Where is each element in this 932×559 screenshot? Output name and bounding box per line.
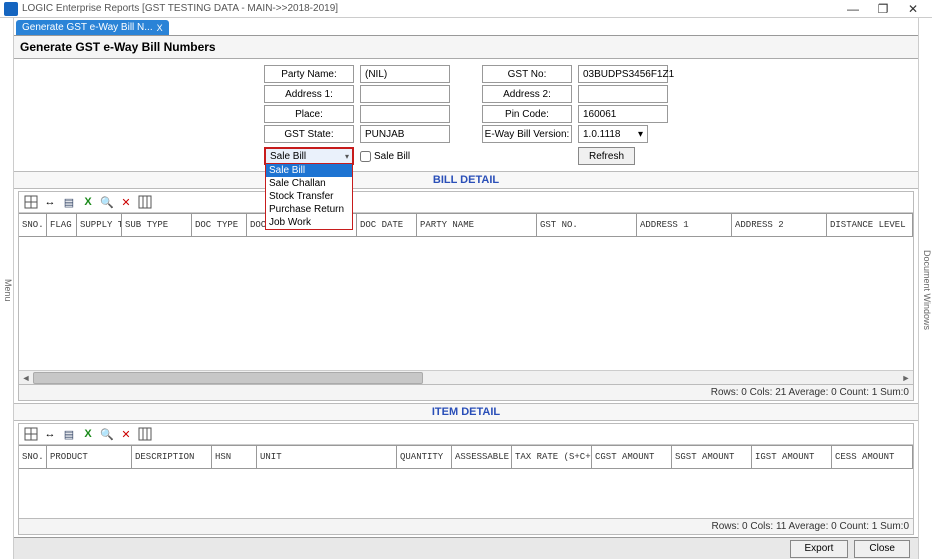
columns-icon[interactable]: [137, 426, 153, 442]
item-detail-header: ITEM DETAIL: [14, 403, 918, 421]
col-flag[interactable]: FLAG: [47, 214, 77, 236]
form-area: Party Name: (NIL) GST No: 03BUDPS3456F1Z…: [14, 59, 918, 171]
party-name-value[interactable]: (NIL): [360, 65, 450, 83]
bill-grid-header: SNO. FLAG SUPPLY TYPE SUB TYPE DOC TYPE …: [19, 213, 913, 237]
col-address2[interactable]: ADDRESS 2: [732, 214, 827, 236]
col-supply-type[interactable]: SUPPLY TYPE: [77, 214, 122, 236]
col-sno[interactable]: SNO.: [19, 214, 47, 236]
col-doc-type[interactable]: DOC TYPE: [192, 214, 247, 236]
expand-icon[interactable]: ↔: [42, 426, 58, 442]
window-close-button[interactable]: ✕: [898, 2, 928, 16]
chevron-down-icon: ▾: [638, 129, 643, 140]
gst-state-label: GST State:: [264, 125, 354, 143]
chevron-down-icon: ▾: [345, 152, 349, 161]
maximize-button[interactable]: ❐: [868, 2, 898, 16]
eway-version-label: E-Way Bill Version:: [482, 125, 572, 143]
place-value[interactable]: [360, 105, 450, 123]
minimize-button[interactable]: —: [838, 2, 868, 16]
col-distance[interactable]: DISTANCE LEVEL (KM): [827, 214, 913, 236]
col-item-sno[interactable]: SNO.: [19, 446, 47, 468]
sale-bill-checkbox[interactable]: [360, 151, 371, 162]
delete-icon[interactable]: ✕: [118, 426, 134, 442]
bill-status-bar: Rows: 0 Cols: 21 Average: 0 Count: 1 Sum…: [19, 384, 913, 400]
gst-state-value[interactable]: PUNJAB: [360, 125, 450, 143]
footer-bar: Export Close: [14, 537, 918, 559]
col-tax-rate[interactable]: TAX RATE (S+C+I+CESS): [512, 446, 592, 468]
col-description[interactable]: DESCRIPTION: [132, 446, 212, 468]
grid-icon[interactable]: [23, 426, 39, 442]
item-toolbar: ↔ ▤ X 🔍 ✕: [19, 424, 913, 445]
address1-value[interactable]: [360, 85, 450, 103]
address2-value[interactable]: [578, 85, 668, 103]
document-tab-close-icon[interactable]: X: [157, 23, 163, 33]
item-grid-header: SNO. PRODUCT DESCRIPTION HSN UNIT QUANTI…: [19, 445, 913, 469]
export-txt-icon[interactable]: ▤: [61, 194, 77, 210]
export-txt-icon[interactable]: ▤: [61, 426, 77, 442]
col-sub-type[interactable]: SUB TYPE: [122, 214, 192, 236]
delete-icon[interactable]: ✕: [118, 194, 134, 210]
col-doc-date[interactable]: DOC DATE: [357, 214, 417, 236]
eway-version-select[interactable]: 1.0.1118 ▾: [578, 125, 648, 143]
scroll-right-icon[interactable]: ►: [899, 373, 913, 383]
col-product[interactable]: PRODUCT: [47, 446, 132, 468]
columns-icon[interactable]: [137, 194, 153, 210]
col-sgst-amount[interactable]: SGST AMOUNT: [672, 446, 752, 468]
doc-type-option-stock-transfer[interactable]: Stock Transfer: [266, 190, 352, 203]
doc-type-dropdown-list: Sale Bill Sale Challan Stock Transfer Pu…: [265, 163, 353, 230]
col-cess-amount[interactable]: CESS AMOUNT: [832, 446, 913, 468]
export-excel-icon[interactable]: X: [80, 194, 96, 210]
address2-label: Address 2:: [482, 85, 572, 103]
pin-code-label: Pin Code:: [482, 105, 572, 123]
doc-type-option-purchase-return[interactable]: Purchase Return: [266, 203, 352, 216]
doc-type-selected: Sale Bill: [270, 151, 306, 162]
doc-type-select[interactable]: Sale Bill ▾ Sale Bill Sale Challan Stock…: [264, 147, 354, 165]
col-igst-amount[interactable]: IGST AMOUNT: [752, 446, 832, 468]
export-button[interactable]: Export: [790, 540, 849, 558]
doc-type-option-sale-challan[interactable]: Sale Challan: [266, 177, 352, 190]
expand-icon[interactable]: ↔: [42, 194, 58, 210]
find-icon[interactable]: 🔍: [99, 426, 115, 442]
grid-icon[interactable]: [23, 194, 39, 210]
document-windows-side-tab[interactable]: Document Windows: [918, 18, 932, 559]
export-excel-icon[interactable]: X: [80, 426, 96, 442]
eway-version-value: 1.0.1118: [583, 129, 620, 140]
gst-no-label: GST No:: [482, 65, 572, 83]
sale-bill-checkbox-label: Sale Bill: [374, 151, 410, 162]
menu-side-tab[interactable]: Menu: [0, 18, 14, 559]
bill-detail-header: BILL DETAIL: [14, 171, 918, 189]
bill-grid-body[interactable]: [19, 237, 913, 370]
document-tab-generate-eway[interactable]: Generate GST e-Way Bill N... X: [16, 20, 169, 35]
gst-no-value[interactable]: 03BUDPS3456F1Z1: [578, 65, 668, 83]
close-button[interactable]: Close: [854, 540, 910, 558]
col-assessable-value[interactable]: ASSESSABLE VALUE: [452, 446, 512, 468]
app-icon: [4, 2, 18, 16]
item-status-bar: Rows: 0 Cols: 11 Average: 0 Count: 1 Sum…: [19, 518, 913, 534]
refresh-button[interactable]: Refresh: [578, 147, 635, 165]
col-quantity[interactable]: QUANTITY: [397, 446, 452, 468]
window-titlebar: LOGIC Enterprise Reports [GST TESTING DA…: [0, 0, 932, 18]
scroll-thumb[interactable]: [33, 372, 423, 384]
col-party-name[interactable]: PARTY NAME: [417, 214, 537, 236]
document-tab-strip: Generate GST e-Way Bill N... X: [14, 18, 918, 36]
doc-type-option-sale-bill[interactable]: Sale Bill: [266, 164, 352, 177]
col-gst-no[interactable]: GST NO.: [537, 214, 637, 236]
bill-toolbar: ↔ ▤ X 🔍 ✕: [19, 192, 913, 213]
col-hsn[interactable]: HSN: [212, 446, 257, 468]
col-unit[interactable]: UNIT: [257, 446, 397, 468]
party-name-label: Party Name:: [264, 65, 354, 83]
col-address1[interactable]: ADDRESS 1: [637, 214, 732, 236]
page-title: Generate GST e-Way Bill Numbers: [14, 36, 918, 59]
window-title: LOGIC Enterprise Reports [GST TESTING DA…: [22, 3, 838, 14]
place-label: Place:: [264, 105, 354, 123]
document-tab-label: Generate GST e-Way Bill N...: [22, 22, 153, 33]
pin-code-value[interactable]: 160061: [578, 105, 668, 123]
find-icon[interactable]: 🔍: [99, 194, 115, 210]
doc-type-option-job-work[interactable]: Job Work: [266, 216, 352, 229]
item-grid-body[interactable]: [19, 469, 913, 518]
col-cgst-amount[interactable]: CGST AMOUNT: [592, 446, 672, 468]
address1-label: Address 1:: [264, 85, 354, 103]
bill-horizontal-scrollbar[interactable]: ◄ ►: [19, 370, 913, 384]
scroll-left-icon[interactable]: ◄: [19, 373, 33, 383]
